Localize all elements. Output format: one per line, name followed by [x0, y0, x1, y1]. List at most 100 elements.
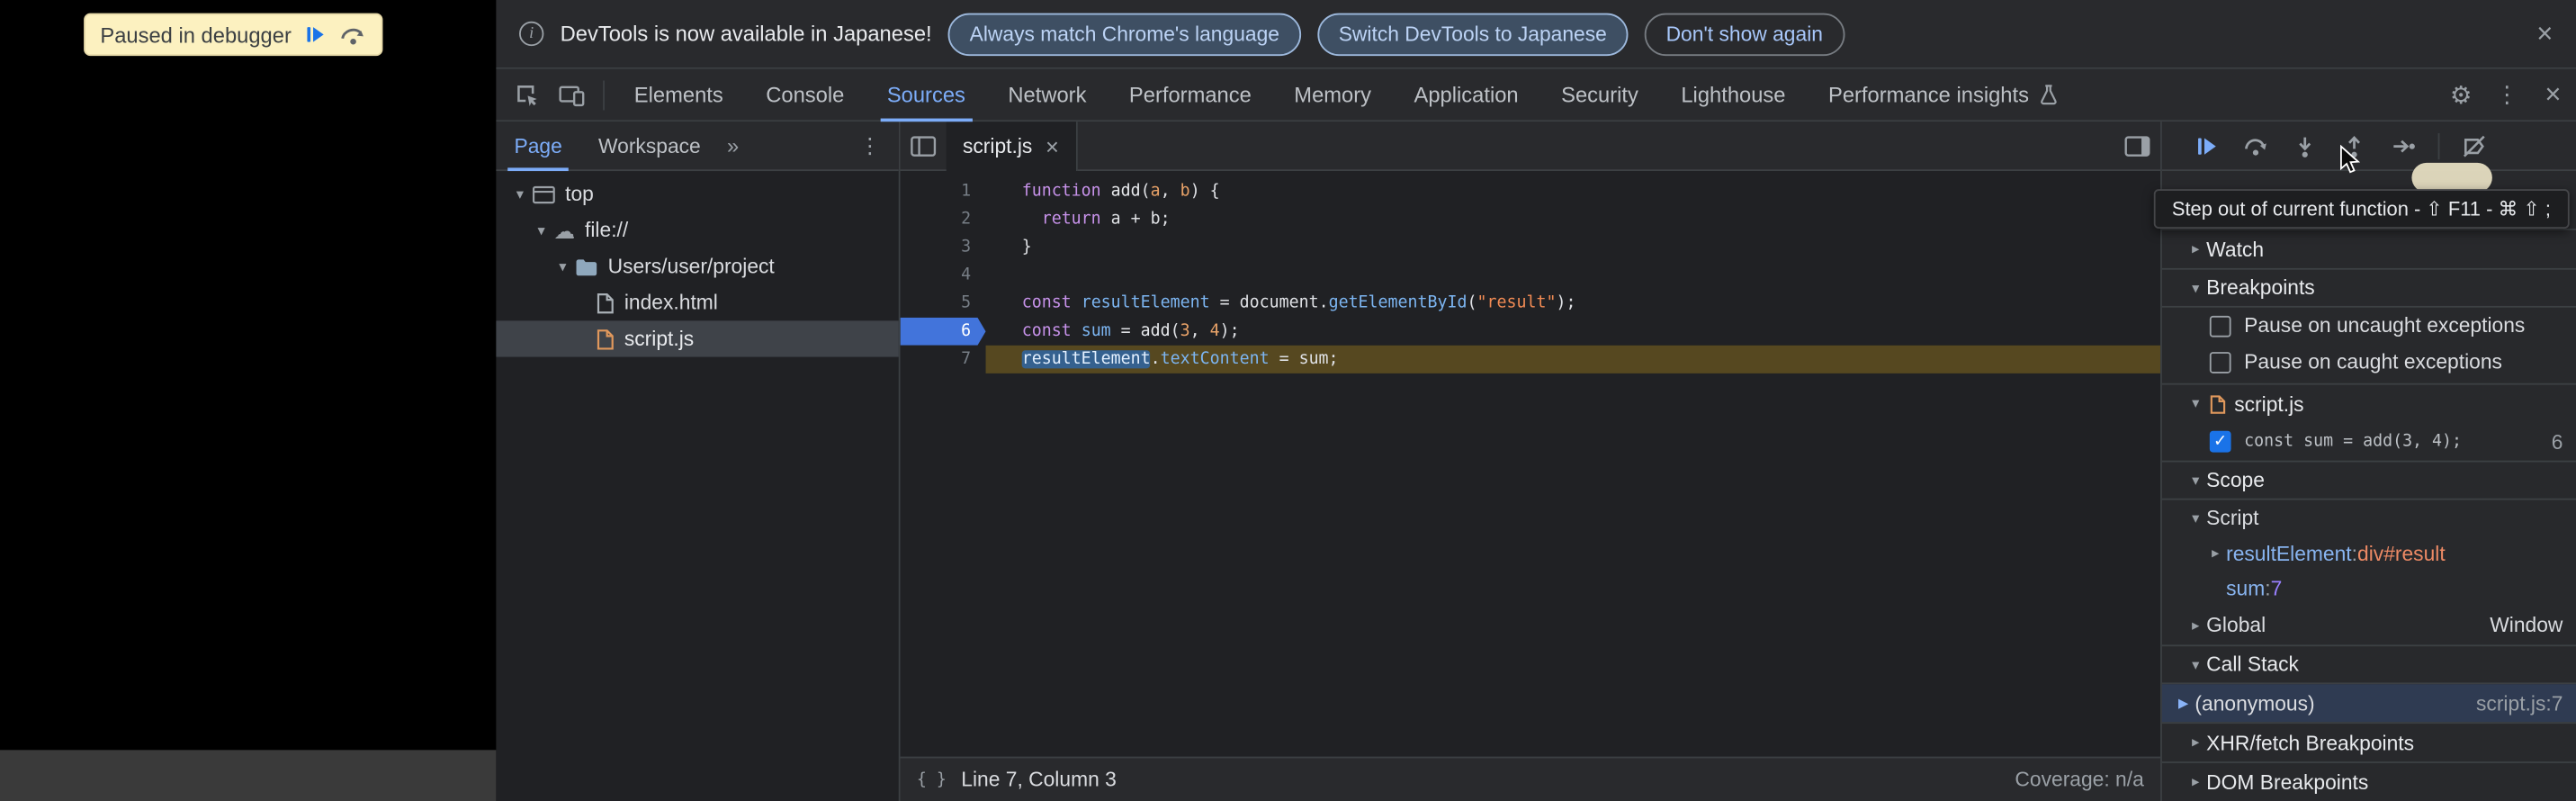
- html-file-icon: [597, 292, 615, 313]
- scope-group-label: Script: [2206, 507, 2258, 530]
- tab-memory[interactable]: Memory: [1273, 68, 1393, 121]
- always-match-language-button[interactable]: Always match Chrome's language: [948, 13, 1301, 56]
- tab-console[interactable]: Console: [745, 68, 866, 121]
- variable-name: sum: [2226, 577, 2265, 600]
- caret-down-icon[interactable]: ▾: [552, 257, 574, 275]
- pause-caught-checkbox[interactable]: [2210, 351, 2231, 373]
- token: function: [1022, 183, 1101, 201]
- scope-global-row[interactable]: ▸ Global Window: [2162, 606, 2576, 645]
- frame-name: (anonymous): [2195, 691, 2314, 715]
- toggle-debugger-sidebar-icon[interactable]: [2114, 124, 2160, 167]
- section-label: Call Stack: [2206, 653, 2299, 677]
- resume-script-icon[interactable]: [304, 23, 328, 47]
- device-toolbar-icon[interactable]: [549, 73, 595, 116]
- button-hover-highlight: [2411, 163, 2491, 193]
- js-file-icon: [2210, 394, 2226, 414]
- pause-uncaught-row: Pause on uncaught exceptions: [2162, 308, 2576, 344]
- line-number[interactable]: 5: [901, 290, 986, 318]
- section-call-stack[interactable]: ▾ Call Stack: [2162, 644, 2576, 684]
- tab-application[interactable]: Application: [1393, 68, 1540, 121]
- tab-page[interactable]: Page: [496, 121, 579, 170]
- close-notification-icon[interactable]: ×: [2536, 20, 2553, 48]
- caret-right-icon: ▸: [2185, 734, 2206, 752]
- close-tab-icon[interactable]: ×: [1046, 134, 1059, 158]
- resume-script-icon[interactable]: [2186, 126, 2226, 166]
- step-over-icon[interactable]: [341, 23, 367, 45]
- tab-elements[interactable]: Elements: [613, 68, 744, 121]
- breakpoint-file-label: script.js: [2234, 392, 2303, 416]
- tab-performance-insights-label: Performance insights: [1828, 82, 2029, 106]
- code-text: }: [986, 234, 2161, 262]
- line-number[interactable]: 7: [901, 346, 986, 374]
- caret-down-icon[interactable]: ▾: [531, 221, 552, 239]
- tree-item-top[interactable]: ▾ top: [496, 176, 898, 212]
- scope-global-value: Window: [2490, 614, 2563, 637]
- section-watch[interactable]: ▸ Watch: [2162, 229, 2576, 268]
- tree-item-script-js[interactable]: script.js: [496, 320, 898, 356]
- caret-right-icon: ▸: [2185, 773, 2206, 791]
- deactivate-breakpoints-icon[interactable]: [2455, 126, 2494, 166]
- line-number[interactable]: 2: [901, 205, 986, 233]
- breakpoint-marker[interactable]: 6: [901, 318, 986, 346]
- caret-down-icon: ▾: [2185, 472, 2206, 490]
- tab-lighthouse[interactable]: Lighthouse: [1660, 68, 1808, 121]
- line-number[interactable]: 3: [901, 234, 986, 262]
- folder-icon: [575, 257, 598, 275]
- close-devtools-icon[interactable]: ×: [2530, 73, 2576, 116]
- breakpoint-checkbox[interactable]: ✓: [2210, 431, 2231, 453]
- step-icon[interactable]: [2383, 126, 2423, 166]
- code-line: 4: [901, 262, 2160, 290]
- caret-down-icon[interactable]: ▾: [509, 185, 531, 203]
- section-scope[interactable]: ▾ Scope: [2162, 461, 2576, 500]
- step-into-icon[interactable]: [2285, 126, 2325, 166]
- section-label: Breakpoints: [2206, 276, 2315, 300]
- breakpoint-line-number: 6: [2552, 430, 2563, 454]
- toggle-navigator-icon[interactable]: [901, 124, 947, 167]
- cursor-position: Line 7, Column 3: [961, 768, 1117, 791]
- tab-sources[interactable]: Sources: [866, 68, 987, 121]
- variable-name: resultElement: [2226, 542, 2352, 565]
- switch-devtools-japanese-button[interactable]: Switch DevTools to Japanese: [1317, 13, 1629, 56]
- code-line: 3 }: [901, 234, 2160, 262]
- call-stack-frame[interactable]: ▶ (anonymous) script.js:7: [2162, 684, 2576, 722]
- settings-gear-icon[interactable]: ⚙: [2438, 73, 2484, 116]
- tree-item-index-html[interactable]: index.html: [496, 284, 898, 320]
- toolbar-separator: [2438, 132, 2440, 158]
- tab-network[interactable]: Network: [987, 68, 1108, 121]
- dont-show-again-button[interactable]: Don't show again: [1645, 13, 1844, 56]
- breakpoint-file-group[interactable]: ▾ script.js: [2162, 383, 2576, 423]
- inspect-element-icon[interactable]: [503, 73, 549, 116]
- section-xhr-breakpoints[interactable]: ▸ XHR/fetch Breakpoints: [2162, 722, 2576, 761]
- section-dom-breakpoints[interactable]: ▸ DOM Breakpoints: [2162, 761, 2576, 801]
- tab-security[interactable]: Security: [1539, 68, 1659, 121]
- mouse-cursor: [2339, 145, 2361, 176]
- more-options-icon[interactable]: ⋮: [2484, 73, 2530, 116]
- tree-item-project-folder[interactable]: ▾ Users/user/project: [496, 248, 898, 284]
- pause-uncaught-checkbox[interactable]: [2210, 315, 2231, 337]
- code-editor[interactable]: 1 function add(a, b) { 2 return a + b; 3…: [901, 171, 2160, 757]
- pretty-print-icon[interactable]: { }: [917, 770, 947, 788]
- line-number[interactable]: 4: [901, 262, 986, 290]
- page-bottom-strip: [0, 750, 496, 801]
- frame-icon: [533, 185, 556, 203]
- line-number[interactable]: 1: [901, 177, 986, 205]
- scope-var-sum[interactable]: sum: 7: [2162, 571, 2576, 605]
- editor-tab-script-js[interactable]: script.js ×: [947, 121, 1077, 170]
- scope-script-row[interactable]: ▾ Script: [2162, 500, 2576, 536]
- screen: Paused in debugger i DevTools is now ava…: [0, 0, 2576, 801]
- variable-value: div#result: [2357, 542, 2446, 565]
- tree-item-label: script.js: [624, 328, 694, 351]
- scope-var-resultelement[interactable]: ▸ resultElement: div#result: [2162, 536, 2576, 571]
- breakpoint-entry[interactable]: ✓ const sum = add(3, 4); 6: [2162, 423, 2576, 461]
- section-breakpoints[interactable]: ▾ Breakpoints: [2162, 268, 2576, 308]
- navigator-more-options-icon[interactable]: ⋮: [851, 132, 889, 158]
- tab-workspace[interactable]: Workspace: [580, 121, 719, 170]
- tab-performance-insights[interactable]: Performance insights: [1807, 68, 2079, 121]
- info-icon: i: [519, 22, 543, 46]
- tree-item-file-protocol[interactable]: ▾ ☁ file://: [496, 212, 898, 248]
- step-over-icon[interactable]: [2236, 126, 2275, 166]
- devtools-main-toolbar: Elements Console Sources Network Perform…: [496, 69, 2576, 122]
- code-line: 5 const resultElement = document.getElem…: [901, 290, 2160, 318]
- tab-performance[interactable]: Performance: [1108, 68, 1272, 121]
- more-tabs-icon[interactable]: »: [719, 133, 747, 158]
